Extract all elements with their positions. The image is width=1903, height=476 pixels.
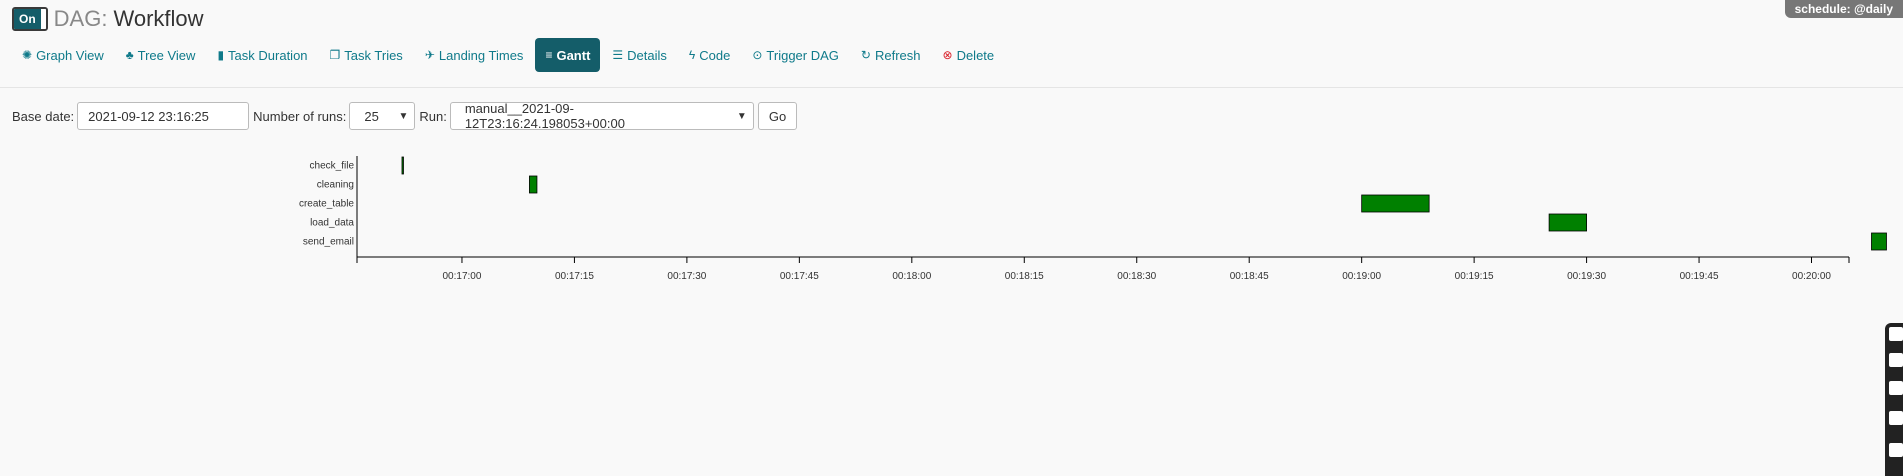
tab-trigger-dag[interactable]: ⊙ Trigger DAG [742, 38, 849, 72]
gear-icon[interactable] [1889, 443, 1903, 457]
run-value: manual__2021-09-12T23:16:24.198053+00:00 [464, 101, 625, 131]
task-label: cleaning [317, 180, 354, 191]
gantt-filter-form: Base date: Number of runs: 25 ▼ Run: man… [12, 101, 798, 131]
tab-label: Tree View [137, 47, 196, 63]
x-tick-label: 00:18:00 [892, 271, 931, 282]
run-label: Run: [419, 108, 447, 124]
task-label: send_email [303, 237, 354, 248]
dag-pause-toggle[interactable]: On [12, 7, 48, 31]
camera-icon[interactable] [1889, 353, 1903, 367]
tab-label: Code [699, 47, 731, 63]
delete-circle-icon: ⊗ [942, 48, 953, 62]
chevron-down-icon: ▼ [398, 110, 409, 122]
gantt-chart: check_file cleaning create_table load_datas… [299, 156, 1887, 282]
task-label: create_table [299, 199, 354, 210]
tab-gantt[interactable]: ≡ Gantt [535, 38, 601, 72]
schedule-badge: schedule: @daily [1784, 0, 1903, 18]
tab-details[interactable]: ☰ Details [602, 38, 677, 72]
gantt-bar[interactable] [1548, 213, 1587, 232]
x-tick-label: 00:18:30 [1117, 271, 1156, 282]
task-label: check_file [310, 161, 355, 172]
square-icon[interactable] [1889, 381, 1903, 395]
play-circle-icon: ⊙ [752, 48, 763, 62]
plane-icon: ✈ [424, 48, 435, 62]
tab-task-tries[interactable]: ❐ Task Tries [320, 38, 413, 72]
x-tick-label: 00:17:00 [442, 271, 481, 282]
bar-chart-icon: ▮ [217, 48, 225, 62]
tab-code[interactable]: ϟ Code [679, 38, 740, 72]
chevron-down-icon: ▼ [736, 110, 747, 122]
base-date-input[interactable] [77, 102, 250, 130]
gantt-bar[interactable] [1361, 194, 1430, 213]
pin-icon[interactable] [1889, 327, 1903, 341]
gantt-bar[interactable] [1871, 232, 1887, 251]
tab-task-duration[interactable]: ▮ Task Duration [207, 38, 317, 72]
tab-label: Task Duration [228, 47, 308, 63]
header-divider [0, 87, 1903, 88]
gantt-icon: ≡ [545, 48, 553, 62]
task-label: load_data [310, 218, 354, 229]
tab-label: Graph View [36, 47, 104, 63]
toggle-on-label: On [14, 9, 41, 29]
num-runs-select[interactable]: 25 ▼ [349, 102, 416, 130]
tab-label: Refresh [874, 47, 921, 63]
tab-label: Landing Times [438, 47, 524, 63]
x-tick-label: 00:19:45 [1680, 271, 1719, 282]
run-select[interactable]: manual__2021-09-12T23:16:24.198053+00:00… [449, 101, 754, 131]
go-button[interactable]: Go [757, 102, 798, 130]
tab-label: Trigger DAG [766, 47, 839, 63]
tab-label: Task Tries [344, 47, 403, 63]
toggle-knob [40, 9, 46, 29]
x-tick-label: 00:19:15 [1455, 271, 1494, 282]
dag-header: On DAG: Workflow [12, 4, 204, 34]
x-tick-label: 00:19:30 [1567, 271, 1606, 282]
x-tick-label: 00:18:45 [1230, 271, 1269, 282]
x-tick-label: 00:20:00 [1792, 271, 1831, 282]
dag-prefix: DAG: [53, 6, 108, 31]
tab-label: Delete [956, 47, 995, 63]
list-icon: ☰ [612, 48, 624, 62]
refresh-icon: ↻ [860, 48, 871, 62]
x-tick-label: 00:19:00 [1342, 271, 1381, 282]
gantt-bar[interactable] [529, 175, 538, 194]
gantt-bar[interactable] [401, 156, 404, 175]
x-tick-label: 00:17:45 [780, 271, 819, 282]
tab-refresh[interactable]: ↻ Refresh [851, 38, 931, 72]
x-tick-label: 00:17:30 [667, 271, 706, 282]
x-tick-label: 00:18:15 [1005, 271, 1044, 282]
num-runs-value: 25 [364, 108, 379, 124]
tab-label: Gantt [556, 47, 591, 63]
side-toolbar [1885, 323, 1903, 476]
bolt-icon: ϟ [688, 48, 696, 62]
base-date-label: Base date: [12, 108, 75, 124]
tab-delete[interactable]: ⊗ Delete [933, 38, 1005, 72]
tab-graph-view[interactable]: ✺ Graph View [12, 38, 114, 72]
gallery-icon[interactable] [1889, 411, 1903, 425]
num-runs-label: Number of runs: [253, 108, 347, 124]
dag-nav-tabs: ✺ Graph View ♣ Tree View ▮ Task Duration ❐ T… [12, 38, 1006, 72]
files-icon: ❐ [329, 48, 341, 62]
x-tick-label: 00:17:15 [555, 271, 594, 282]
dag-title: Workflow [113, 6, 204, 31]
tab-label: Details [627, 47, 667, 63]
graph-icon: ✺ [22, 48, 33, 62]
tree-icon: ♣ [125, 48, 134, 62]
tab-tree-view[interactable]: ♣ Tree View [116, 38, 206, 72]
tab-landing-times[interactable]: ✈ Landing Times [415, 38, 534, 72]
